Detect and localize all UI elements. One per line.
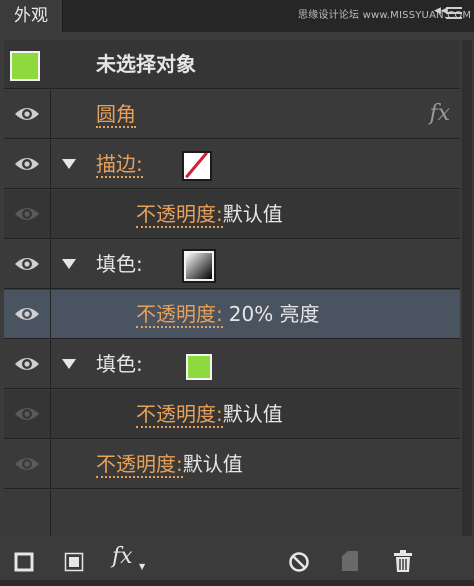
header-row: 未选择对象 xyxy=(4,40,460,89)
fill-label: 填色: xyxy=(96,252,143,276)
list-item-opacity-object[interactable]: 不透明度:默认值 xyxy=(4,440,460,489)
visibility-toggle[interactable] xyxy=(4,140,51,188)
eye-icon[interactable] xyxy=(14,454,40,474)
stroke-swatch[interactable] xyxy=(182,151,212,181)
eye-icon[interactable] xyxy=(14,254,40,274)
list-item-opacity[interactable]: 不透明度:默认值 xyxy=(4,190,460,239)
selection-title: 未选择对象 xyxy=(96,52,196,76)
list-item-opacity-selected[interactable]: 不透明度: 20% 亮度 xyxy=(4,290,460,339)
duplicate-item-icon xyxy=(342,551,358,571)
list-item-stroke[interactable]: 描边: xyxy=(4,140,460,189)
add-stroke-icon[interactable] xyxy=(14,552,34,572)
list-item-opacity[interactable]: 不透明度:默认值 xyxy=(4,390,460,439)
eye-icon[interactable] xyxy=(14,404,40,424)
fx-icon[interactable]: fx xyxy=(429,90,450,138)
eye-icon[interactable] xyxy=(14,204,40,224)
eye-icon[interactable] xyxy=(14,154,40,174)
list-item-rounded-corners[interactable]: 圆角 fx xyxy=(4,90,460,139)
opacity-link[interactable]: 不透明度: xyxy=(96,452,183,478)
visibility-toggle[interactable] xyxy=(4,440,51,488)
stroke-link[interactable]: 描边: xyxy=(96,152,143,178)
visibility-toggle[interactable] xyxy=(4,240,51,288)
visibility-toggle[interactable] xyxy=(4,290,51,338)
scrollbar[interactable] xyxy=(462,40,472,536)
opacity-link[interactable]: 不透明度: xyxy=(136,202,223,228)
panel-menu-icon[interactable] xyxy=(446,7,462,22)
clear-appearance-icon[interactable] xyxy=(288,551,310,573)
visibility-toggle[interactable] xyxy=(4,340,51,388)
opacity-value: 默认值 xyxy=(222,202,283,226)
selection-thumbnail xyxy=(10,51,40,81)
opacity-link[interactable]: 不透明度: xyxy=(136,302,223,328)
opacity-link[interactable]: 不透明度: xyxy=(136,402,223,428)
opacity-value: 20% 亮度 xyxy=(228,302,320,326)
opacity-value: 默认值 xyxy=(182,452,243,476)
expand-triangle-icon[interactable] xyxy=(62,359,76,369)
expand-triangle-icon[interactable] xyxy=(62,159,76,169)
opacity-value: 默认值 xyxy=(222,402,283,426)
list-item-fill[interactable]: 填色: xyxy=(4,240,460,289)
fill-swatch-green[interactable] xyxy=(186,354,212,380)
panel-tab-bar: 外观 思缘设计论坛 www.MISSYUAN.COM ◀◀ xyxy=(0,0,474,32)
visibility-toggle[interactable] xyxy=(4,90,51,138)
visibility-toggle[interactable] xyxy=(4,190,51,238)
effect-link[interactable]: 圆角 xyxy=(96,102,136,128)
panel-bottom-edge xyxy=(0,580,474,586)
fx-menu-icon[interactable]: fx xyxy=(112,544,133,569)
fill-swatch-gradient[interactable] xyxy=(182,249,216,283)
eye-icon[interactable] xyxy=(14,354,40,374)
eye-icon[interactable] xyxy=(14,304,40,324)
panel-menu-button[interactable]: ◀◀ xyxy=(430,4,470,28)
delete-icon[interactable] xyxy=(392,549,414,573)
eye-icon[interactable] xyxy=(14,104,40,124)
empty-area xyxy=(4,490,460,536)
dropdown-arrow-icon[interactable]: ▼ xyxy=(139,562,145,571)
appearance-list: 未选择对象 圆角 fx 描边: 不透明度:默认值 填色: 不透明度: 20% 亮… xyxy=(4,40,460,536)
expand-triangle-icon[interactable] xyxy=(62,259,76,269)
add-fill-icon[interactable] xyxy=(64,552,84,572)
visibility-toggle[interactable] xyxy=(4,390,51,438)
tab-appearance[interactable]: 外观 xyxy=(0,0,63,32)
fill-label: 填色: xyxy=(96,352,143,376)
list-item-fill[interactable]: 填色: xyxy=(4,340,460,389)
